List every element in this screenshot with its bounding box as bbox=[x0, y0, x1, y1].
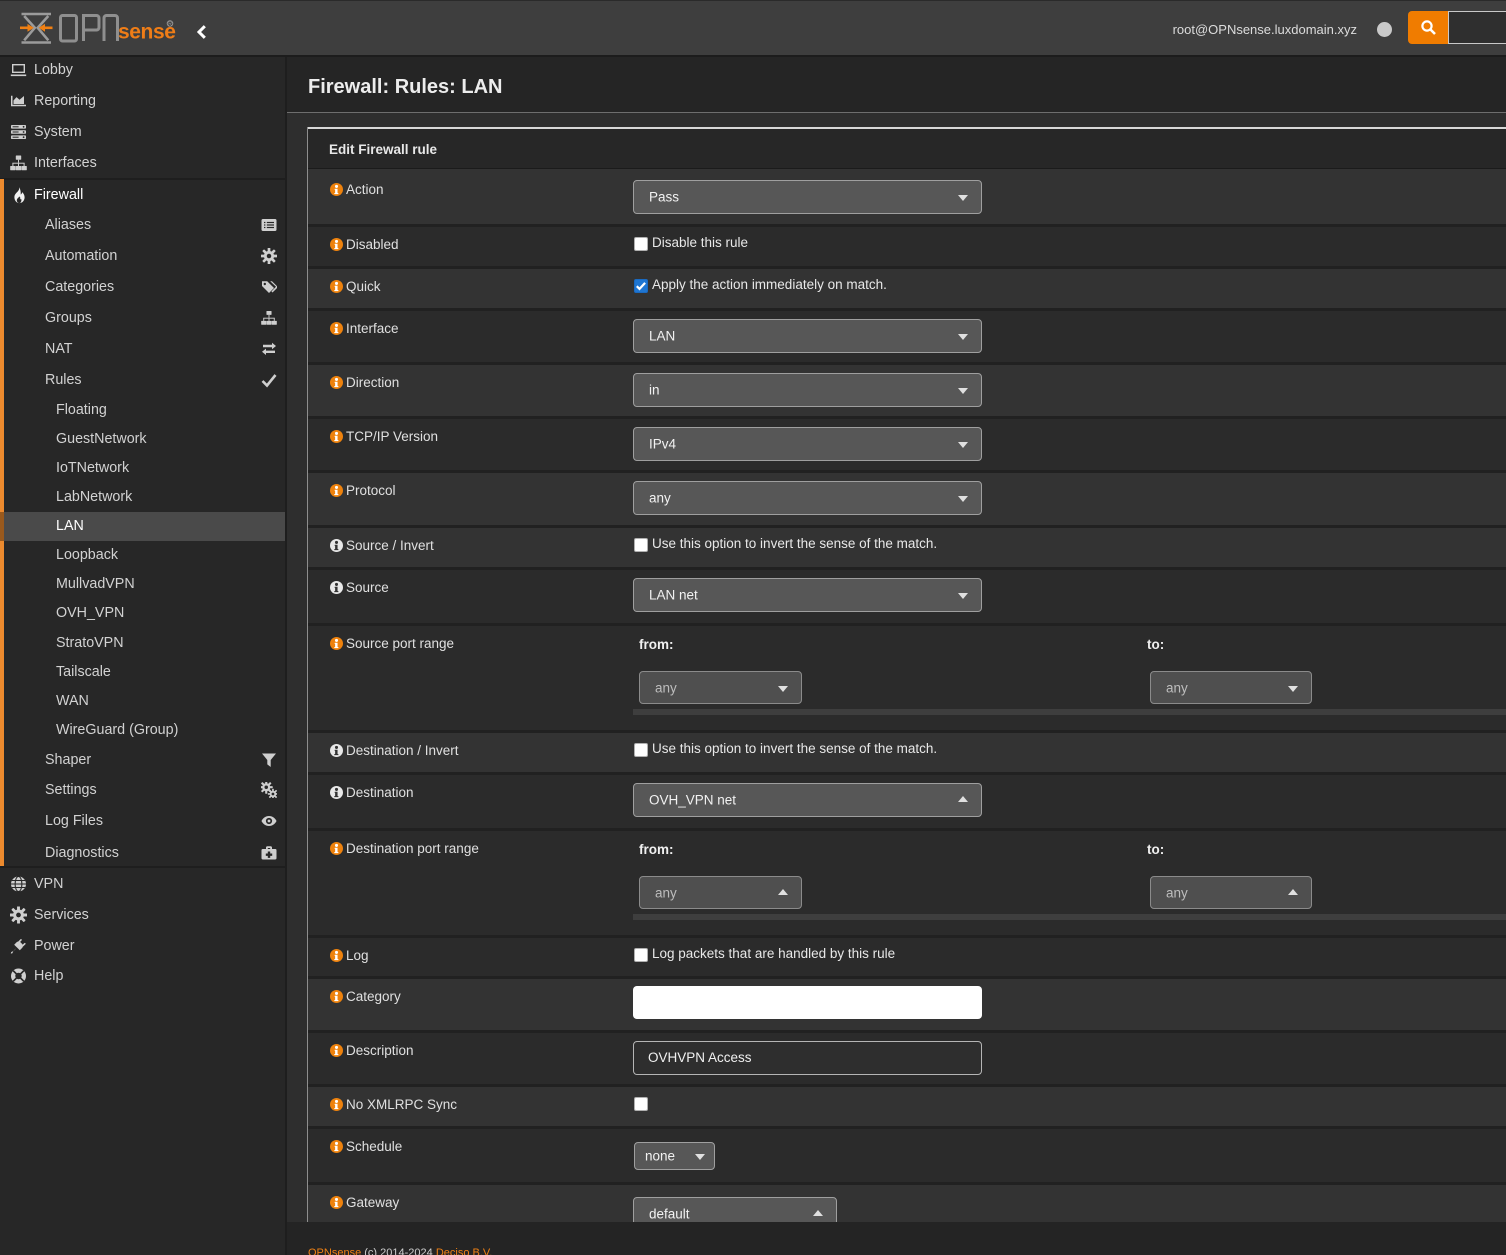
svg-text:R: R bbox=[168, 22, 172, 28]
